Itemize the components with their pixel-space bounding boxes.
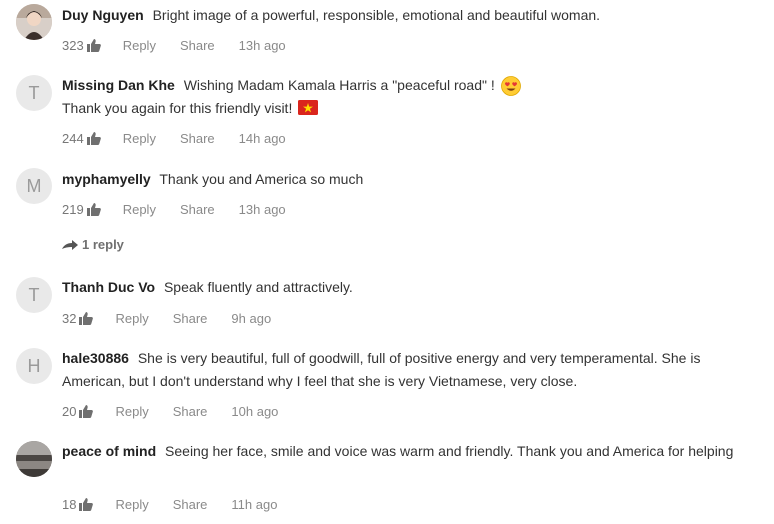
share-button[interactable]: Share — [173, 404, 208, 419]
avatar[interactable] — [16, 4, 52, 40]
comment-author[interactable]: peace of mind — [62, 443, 156, 459]
thumbs-up-icon[interactable] — [86, 131, 101, 145]
comment-body: Seeing her face, smile and voice was war… — [165, 443, 734, 459]
share-button[interactable]: Share — [180, 202, 215, 217]
comment-text: Missing Dan Khe Wishing Madam Kamala Har… — [62, 74, 752, 97]
timestamp: 9h ago — [231, 310, 272, 326]
like-count: 20 — [62, 403, 77, 419]
thumbs-up-icon[interactable] — [79, 404, 94, 418]
reply-arrow-icon — [62, 239, 78, 250]
comment-text: Thanh Duc Vo Speak fluently and attracti… — [62, 276, 752, 299]
thumbs-up-icon[interactable] — [86, 38, 101, 52]
comment-author[interactable]: Thanh Duc Vo — [62, 279, 155, 295]
comment-body-line-2: Thank you again for this friendly visit! — [62, 100, 293, 116]
vietnam-flag-icon — [298, 100, 319, 116]
comment-text: Duy Nguyen Bright image of a powerful, r… — [62, 4, 752, 27]
timestamp: 11h ago — [231, 496, 278, 512]
comment-author[interactable]: Duy Nguyen — [62, 7, 144, 23]
like-count: 244 — [62, 130, 84, 146]
share-button[interactable]: Share — [180, 131, 215, 146]
heart-eyes-emoji — [500, 76, 521, 97]
avatar[interactable]: T — [16, 75, 52, 111]
reply-button[interactable]: Reply — [115, 404, 148, 419]
avatar[interactable]: H — [16, 348, 52, 384]
share-button[interactable]: Share — [180, 38, 215, 53]
like-count: 32 — [62, 310, 77, 326]
avatar[interactable] — [16, 441, 52, 477]
avatar[interactable]: M — [16, 168, 52, 204]
share-button[interactable]: Share — [173, 311, 208, 326]
comment-text: hale30886 She is very beautiful, full of… — [62, 347, 752, 393]
reply-button[interactable]: Reply — [123, 38, 156, 53]
avatar-photo-icon — [16, 4, 52, 40]
reply-button[interactable]: Reply — [123, 131, 156, 146]
view-replies-button[interactable]: 1 reply — [62, 237, 124, 252]
comment-text: peace of mind Seeing her face, smile and… — [62, 440, 752, 463]
timestamp: 10h ago — [231, 403, 279, 419]
comment-author[interactable]: myphamyelly — [62, 171, 151, 187]
comment-body: Speak fluently and attractively. — [163, 279, 353, 295]
timestamp: 14h ago — [238, 130, 286, 146]
share-button[interactable]: Share — [173, 497, 208, 512]
comment-author[interactable]: Missing Dan Khe — [62, 77, 175, 93]
comment-author[interactable]: hale30886 — [62, 350, 129, 366]
comment-body: Wishing Madam Kamala Harris a "peaceful … — [183, 77, 495, 93]
reply-button[interactable]: Reply — [123, 202, 156, 217]
like-count: 18 — [62, 496, 77, 512]
like-count: 323 — [62, 37, 84, 53]
comment-body: Bright image of a powerful, responsible,… — [152, 7, 601, 23]
timestamp: 13h ago — [238, 37, 286, 53]
thumbs-up-icon[interactable] — [79, 311, 94, 325]
comment-body: Thank you and America so much — [159, 171, 364, 187]
thumbs-up-icon[interactable] — [79, 497, 94, 511]
replies-count-label: 1 reply — [82, 237, 124, 252]
comment-text-line-2: Thank you again for this friendly visit! — [62, 97, 752, 120]
reply-button[interactable]: Reply — [115, 311, 148, 326]
like-count: 219 — [62, 201, 84, 217]
timestamp: 13h ago — [238, 201, 286, 217]
avatar[interactable]: T — [16, 277, 52, 313]
comment-body: She is very beautiful, full of goodwill,… — [62, 350, 701, 389]
thumbs-up-icon[interactable] — [86, 202, 101, 216]
reply-button[interactable]: Reply — [115, 497, 148, 512]
avatar-landscape-icon — [16, 441, 52, 477]
comment-text: myphamyelly Thank you and America so muc… — [62, 168, 752, 191]
